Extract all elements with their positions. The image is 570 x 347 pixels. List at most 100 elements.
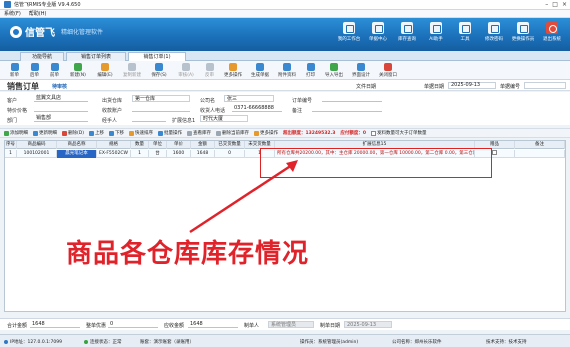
copy-create-button[interactable]: 复制新建 [120, 63, 144, 78]
close-window-button[interactable]: 关闭窗口 [376, 63, 400, 78]
checkbox-icon [371, 130, 377, 136]
cell-gift[interactable] [475, 150, 515, 158]
grid-more-button[interactable]: 更多操作 [253, 130, 278, 136]
doc-date-label: 单据日期 [424, 84, 445, 90]
password-button[interactable]: 修改密码 [482, 22, 506, 42]
move-down-button[interactable]: 下移 [108, 130, 124, 136]
copy-icon [128, 63, 136, 71]
view-stock-button[interactable]: 查看库存 [186, 130, 211, 136]
window-title: 信管飞RMIS专业版 V9.4.650 [14, 2, 81, 8]
tab-sales-order-list[interactable]: 销售订单列表 [66, 52, 126, 61]
import-export-button[interactable]: 导入导出 [322, 63, 346, 78]
gift-checkbox[interactable] [492, 150, 497, 155]
doc-date-field[interactable]: 2025-09-13 [448, 82, 496, 89]
discount-field[interactable]: 0 [108, 321, 158, 328]
clear-stock-button[interactable]: 删除当前库存 [215, 130, 249, 136]
import-export-icon [330, 63, 338, 71]
delete-icon [62, 130, 67, 136]
tab-function-nav[interactable]: 功能导航 [20, 52, 64, 61]
doc-center-icon [372, 22, 384, 34]
col-delivered[interactable]: 已交货数量 [215, 141, 245, 149]
col-spec[interactable]: 规格 [97, 141, 131, 149]
tools-button[interactable]: 工具 [453, 22, 477, 42]
next-button[interactable]: 后单 [26, 63, 43, 78]
cell-name[interactable]: 晨光笔记本 [57, 150, 97, 158]
maximize-icon[interactable]: □ [552, 1, 558, 8]
received-field: 1648 [188, 321, 238, 328]
attach-button[interactable]: 附件资料 [275, 63, 299, 78]
minimize-icon[interactable]: – [545, 1, 548, 8]
quick-sort-button[interactable]: 快速排序 [128, 130, 153, 136]
col-name[interactable]: 商品名称 [57, 141, 97, 149]
contact-field[interactable]: 0371-66668888 [232, 105, 282, 112]
cell-code: 100102001 [17, 150, 57, 158]
prev-button[interactable]: 前单 [46, 63, 63, 78]
menu-system[interactable]: 系统(F) [4, 10, 21, 17]
update-icon [33, 130, 38, 136]
delete-detail-button[interactable]: 删除(D) [62, 130, 84, 136]
grid-header-row: 序号 商品编码 商品名称 规格 数量 单位 单价 金额 已交货数量 未交货数量 … [5, 141, 565, 149]
more-ops-button[interactable]: 更多操作 [221, 63, 245, 78]
col-qty[interactable]: 数量 [131, 141, 149, 149]
doc-title: 销售订单 [7, 82, 39, 91]
new-button[interactable]: 新单 [6, 63, 23, 78]
cell-qty[interactable]: 1 [131, 150, 149, 158]
col-code[interactable]: 商品编码 [17, 141, 57, 149]
ai-button[interactable]: AI助手 [424, 22, 448, 42]
order-form: 客户 蓝翼文具店 出货仓库 第一仓库 公司名 张三 订单编号 特价价格 收款账户… [0, 92, 570, 125]
design-button[interactable]: 界面设计 [349, 63, 373, 78]
col-ext15[interactable]: 扩展信息15 [275, 141, 475, 149]
stock-query-button[interactable]: 库存查询 [395, 22, 419, 42]
company-field[interactable]: 张三 [224, 95, 274, 102]
move-up-button[interactable]: 上移 [88, 130, 104, 136]
create-button[interactable]: 新建(N) [66, 63, 90, 78]
unaudit-icon [205, 63, 214, 71]
add-detail-button[interactable]: 添加明细 [4, 130, 28, 136]
doc-no-label: 单据编号 [500, 84, 521, 90]
col-price[interactable]: 单价 [167, 141, 191, 149]
down-icon [108, 130, 114, 136]
col-undelivered[interactable]: 未交货数量 [245, 141, 275, 149]
col-unit[interactable]: 单位 [149, 141, 167, 149]
remark-field[interactable] [312, 105, 382, 112]
menu-help[interactable]: 帮助(H) [29, 10, 47, 17]
audit-button[interactable]: 审核(A) [174, 63, 198, 78]
exit-button[interactable]: 退出系统 [540, 22, 564, 42]
dept-field[interactable]: 销售部 [34, 115, 88, 122]
handler-field[interactable] [132, 115, 166, 122]
cell-price[interactable]: 1600 [167, 150, 191, 158]
connected-icon [84, 340, 88, 344]
grid-more-icon [253, 130, 259, 136]
doc-center-button[interactable]: 单据中心 [366, 22, 390, 42]
status-account: 账套：演示账套（录账用） [140, 340, 194, 345]
ext-field[interactable]: 时代大厦 [200, 115, 248, 122]
col-amount[interactable]: 金额 [191, 141, 215, 149]
close-icon[interactable]: × [562, 1, 567, 8]
unaudit-button[interactable]: 反审 [201, 63, 218, 78]
col-remark[interactable]: 备注 [515, 141, 565, 149]
col-seq[interactable]: 序号 [5, 141, 17, 149]
special-price-field[interactable] [34, 105, 88, 112]
allow-over-checkbox[interactable]: 发料数量可大于订单数量 [371, 130, 427, 136]
edit-button[interactable]: 编辑(E) [93, 63, 117, 78]
tab-sales-order[interactable]: 销售订单(1) [128, 52, 186, 61]
desk-button[interactable]: 我的工作台 [337, 22, 361, 42]
ext-label: 扩展信息1 [172, 118, 196, 124]
warehouse-field[interactable]: 第一仓库 [132, 95, 190, 102]
cell-remark[interactable] [515, 150, 565, 158]
col-gift[interactable]: 赠品 [475, 141, 515, 149]
order-no-field[interactable] [322, 95, 382, 102]
doc-no-field[interactable] [524, 82, 566, 89]
print-icon [306, 63, 315, 71]
update-detail-button[interactable]: 更新明细 [33, 130, 57, 136]
switch-user-button[interactable]: 更换操作员 [511, 22, 535, 42]
print-button[interactable]: 打印 [302, 63, 319, 78]
switch-user-icon [517, 22, 529, 34]
generate-doc-button[interactable]: 生成单据 [248, 63, 272, 78]
batch-ops-button[interactable]: 批量操作 [157, 130, 182, 136]
collect-account-field[interactable] [132, 105, 190, 112]
save-button[interactable]: 保存(S) [147, 63, 171, 78]
order-detail-grid: 序号 商品编码 商品名称 规格 数量 单位 单价 金额 已交货数量 未交货数量 … [4, 140, 566, 312]
table-row[interactable]: 1 100102001 晨光笔记本 EX-F5502CW 1 台 1600 16… [5, 150, 565, 158]
customer-field[interactable]: 蓝翼文具店 [34, 95, 88, 102]
